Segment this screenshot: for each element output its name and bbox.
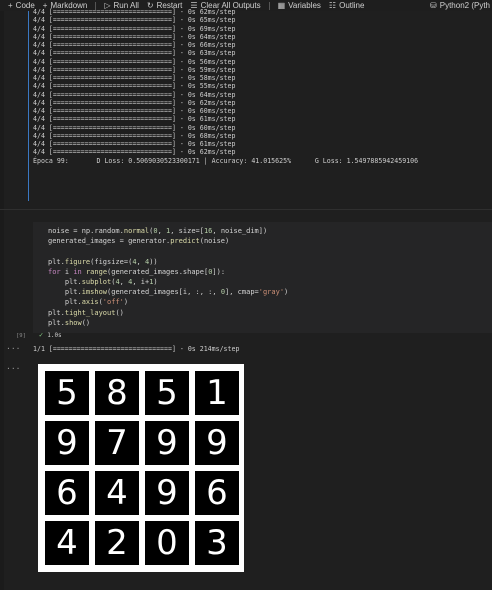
generated-digit-image: 9 <box>145 421 189 465</box>
code-line: plt.imshow(generated_images[i, :, :, 0],… <box>48 288 289 297</box>
log-line: 4/4 [==============================] - 0… <box>33 8 236 16</box>
log-line: 4/4 [==============================] - 0… <box>33 41 236 49</box>
code-line: plt.show() <box>48 318 91 327</box>
generated-digit-image: 5 <box>45 371 89 415</box>
generated-digit-image: 7 <box>95 421 139 465</box>
generated-digit-image: 6 <box>45 471 89 515</box>
log-line: 4/4 [==============================] - 0… <box>33 24 236 33</box>
generated-digit-image: 4 <box>45 521 89 565</box>
code-line: plt.axis('off') <box>48 298 129 307</box>
execution-time: 1.0s <box>47 331 62 339</box>
generated-digit-image: 4 <box>95 471 139 515</box>
log-line: 4/4 [==============================] - 0… <box>33 90 236 99</box>
generated-digit-image: 9 <box>145 471 189 515</box>
code-line: for i in range(generated_images.shape[0]… <box>48 267 226 276</box>
log-line: 4/4 [==============================] - 0… <box>33 131 236 140</box>
check-icon: ✓ <box>39 331 44 339</box>
log-line: 4/4 [==============================] - 0… <box>33 49 236 58</box>
generated-digit-image: 3 <box>195 521 239 565</box>
generated-digit-image: 5 <box>145 371 189 415</box>
cell-status: ✓ 1.0s <box>39 331 62 339</box>
generated-digit-image: 6 <box>195 471 239 515</box>
log-line: Época 99: D Loss: 0.5069030523300171 | A… <box>33 156 419 165</box>
generated-digit-image: 9 <box>195 421 239 465</box>
generated-digit-image: 9 <box>45 421 89 465</box>
log-line: 4/4 [==============================] - 0… <box>33 57 236 66</box>
output-area-1: 4/4 [==============================] - 0… <box>0 0 492 195</box>
log-line: 4/4 [==============================] - 0… <box>33 140 236 148</box>
log-line: 4/4 [==============================] - 0… <box>33 65 236 74</box>
generated-digit-image: 1 <box>195 371 239 415</box>
log-line: 4/4 [==============================] - 0… <box>33 16 236 25</box>
code-line: plt.tight_layout() <box>48 308 124 317</box>
training-log: 4/4 [==============================] - 0… <box>33 8 492 165</box>
cell-divider <box>0 209 492 210</box>
log-line: 4/4 [==============================] - 0… <box>33 107 236 115</box>
log-line: 4/4 [==============================] - 0… <box>33 32 236 41</box>
log-line: 4/4 [==============================] - 0… <box>33 98 236 107</box>
generated-digits-figure: 5851979964964203 <box>38 364 244 572</box>
output-more-icon[interactable]: ··· <box>6 344 20 353</box>
code-line: noise = np.random.normal(0, 1, size=[16,… <box>48 227 268 235</box>
log-line: 4/4 [==============================] - 0… <box>33 74 236 82</box>
figure-more-icon[interactable]: ··· <box>6 364 20 373</box>
generated-digit-image: 0 <box>145 521 189 565</box>
code-editor[interactable]: noise = np.random.normal(0, 1, size=[16,… <box>48 226 288 328</box>
code-line: generated_images = generator.predict(noi… <box>48 237 230 246</box>
log-line: 4/4 [==============================] - 0… <box>33 82 236 91</box>
generated-digit-image: 2 <box>95 521 139 565</box>
log-line: 4/4 [==============================] - 0… <box>33 148 236 157</box>
execution-count: [9] <box>16 333 26 339</box>
code-line: plt.figure(figsize=(4, 4)) <box>48 257 158 266</box>
log-line: 4/4 [==============================] - 0… <box>33 123 236 132</box>
log-line: 4/4 [==============================] - 0… <box>33 115 236 124</box>
generated-digit-image: 8 <box>95 371 139 415</box>
predict-progress: 1/1 [==============================] - 0… <box>33 345 240 353</box>
code-line: plt.subplot(4, 4, i+1) <box>48 278 158 287</box>
